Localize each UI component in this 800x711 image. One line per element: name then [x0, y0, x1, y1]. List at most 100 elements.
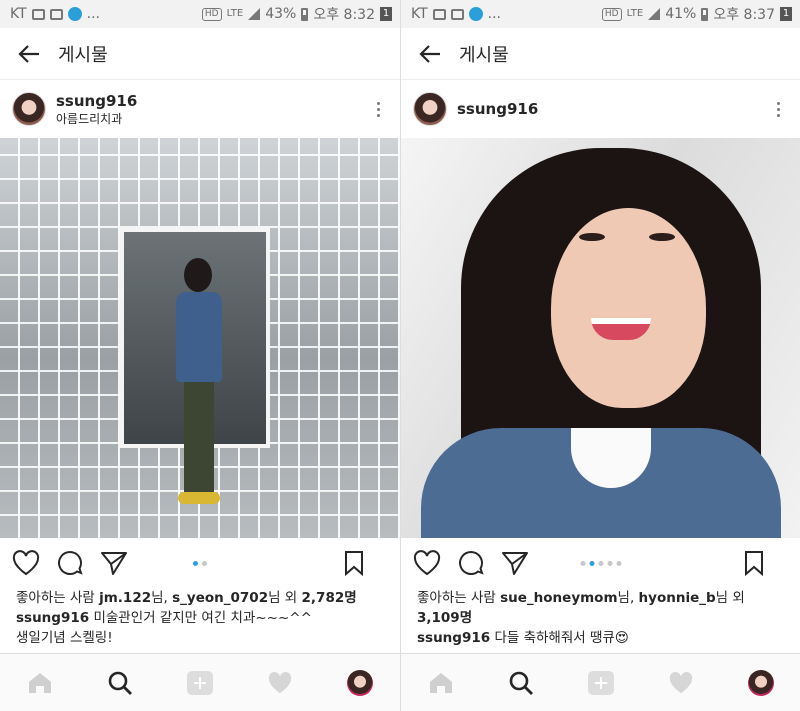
- battery-percent: 41%: [665, 6, 697, 22]
- signal-icon: [648, 8, 661, 20]
- home-icon: [29, 672, 51, 693]
- comment-button[interactable]: [457, 548, 501, 578]
- battery-icon: [701, 7, 709, 21]
- caption-username[interactable]: ssung916: [16, 610, 89, 626]
- add-icon: [187, 670, 213, 695]
- avatar[interactable]: [12, 92, 46, 126]
- caption-username[interactable]: ssung916: [417, 630, 490, 646]
- more-notifications: ...: [487, 6, 502, 22]
- mail-icon: [49, 8, 63, 20]
- photo-person: [170, 258, 230, 518]
- page-title: 게시물: [459, 44, 509, 66]
- carousel-dot: [193, 560, 198, 566]
- liker-link[interactable]: sue_honeymom: [500, 590, 617, 606]
- hd-voice-icon: HD: [601, 7, 622, 21]
- nav-search[interactable]: [501, 663, 541, 703]
- back-arrow-icon: [419, 44, 440, 63]
- nav-add[interactable]: [581, 663, 621, 703]
- like-button[interactable]: [413, 548, 457, 578]
- nav-activity[interactable]: [260, 663, 300, 703]
- location[interactable]: 아름드리치과: [56, 110, 368, 127]
- like-button[interactable]: [12, 548, 56, 578]
- top-bar: 게시물: [401, 28, 800, 80]
- photo-eye: [649, 233, 675, 241]
- liker-suffix: 님,: [151, 590, 168, 606]
- bookmark-button[interactable]: [744, 548, 788, 578]
- nav-search[interactable]: [100, 663, 140, 703]
- mail-icon: [450, 8, 464, 20]
- post-header: ssung916: [401, 80, 800, 138]
- activity-icon: [268, 671, 292, 693]
- carousel-dot: [202, 560, 207, 566]
- liker-suffix: 님,: [617, 590, 635, 606]
- nav-profile[interactable]: [340, 663, 380, 703]
- top-bar: 게시물: [0, 28, 400, 80]
- add-icon: [588, 670, 614, 695]
- share-icon: [502, 552, 528, 575]
- bookmark-button[interactable]: [344, 548, 388, 578]
- avatar[interactable]: [413, 92, 447, 126]
- carousel-dot: [607, 560, 612, 566]
- action-bar: [401, 538, 800, 588]
- more-icon[interactable]: [368, 101, 388, 117]
- bottom-nav: [401, 653, 800, 711]
- carrier-label: KT: [10, 6, 27, 22]
- network-label: LTE: [626, 8, 644, 19]
- carrier-label: KT: [411, 6, 428, 22]
- carousel-dot: [598, 560, 603, 566]
- status-bar: KT ... HD LTE 41% 오후 8:37 1: [401, 0, 800, 28]
- carousel-dots: [580, 560, 621, 566]
- screen-left: KT ... HD LTE 43% 오후 8:32 1 게시물 ssung916…: [0, 0, 400, 711]
- username[interactable]: ssung916: [457, 100, 768, 118]
- share-button[interactable]: [100, 548, 144, 578]
- more-notifications: ...: [86, 6, 101, 22]
- battery-percent: 43%: [265, 6, 297, 22]
- like-count[interactable]: 3,109명: [417, 610, 472, 626]
- app-notification-icon: [468, 7, 483, 21]
- share-button[interactable]: [501, 548, 545, 578]
- signal-icon: [248, 8, 261, 20]
- clock: 오후 8:32: [313, 7, 375, 23]
- liker-link[interactable]: jm.122: [99, 590, 151, 606]
- page-title: 게시물: [58, 44, 108, 66]
- profile-icon: [347, 669, 373, 696]
- caption-line: ssung916 미술관인거 같지만 여긴 치과~~~^^: [16, 608, 384, 628]
- username[interactable]: ssung916: [56, 92, 368, 110]
- liker-link[interactable]: s_yeon_0702: [172, 590, 268, 606]
- gallery-icon: [31, 8, 45, 20]
- carousel-dot: [580, 560, 585, 566]
- nav-add[interactable]: [180, 663, 220, 703]
- likes-line: 좋아하는 사람 jm.122님, s_yeon_0702님 외 2,782명: [16, 588, 384, 608]
- more-icon[interactable]: [768, 101, 788, 117]
- search-icon: [509, 671, 533, 695]
- nav-profile[interactable]: [741, 663, 781, 703]
- back-button[interactable]: [401, 44, 459, 63]
- screen-right: KT ... HD LTE 41% 오후 8:37 1 게시물 ssung916: [400, 0, 800, 711]
- nav-home[interactable]: [421, 663, 461, 703]
- search-icon: [108, 671, 132, 695]
- nav-activity[interactable]: [661, 663, 701, 703]
- carousel-dots: [193, 560, 207, 566]
- like-count[interactable]: 2,782명: [302, 590, 357, 606]
- back-button[interactable]: [0, 44, 58, 63]
- likes-line: 좋아하는 사람 sue_honeymom님, hyonnie_b님 외: [417, 588, 784, 608]
- home-icon: [430, 672, 452, 693]
- sim-icon: 1: [380, 7, 392, 21]
- bookmark-icon: [345, 551, 363, 576]
- caption-text: 다들 축하해줘서 땡큐😍: [494, 630, 629, 646]
- caption-line: ssung916 다들 축하해줘서 땡큐😍: [417, 628, 784, 648]
- post-photo[interactable]: [0, 138, 400, 538]
- gallery-icon: [432, 8, 446, 20]
- hd-voice-icon: HD: [201, 7, 222, 21]
- nav-home[interactable]: [20, 663, 60, 703]
- post-photo[interactable]: [401, 138, 800, 538]
- share-icon: [101, 552, 127, 575]
- likes-prefix: 좋아하는 사람: [16, 590, 95, 606]
- network-label: LTE: [226, 8, 244, 19]
- comment-button[interactable]: [56, 548, 100, 578]
- liker-link[interactable]: hyonnie_b: [639, 590, 716, 606]
- comment-icon: [58, 550, 83, 575]
- liker-suffix: 님 외: [715, 590, 745, 606]
- caption-text: 미술관인거 같지만 여긴 치과~~~^^: [93, 610, 312, 626]
- bookmark-icon: [745, 551, 763, 576]
